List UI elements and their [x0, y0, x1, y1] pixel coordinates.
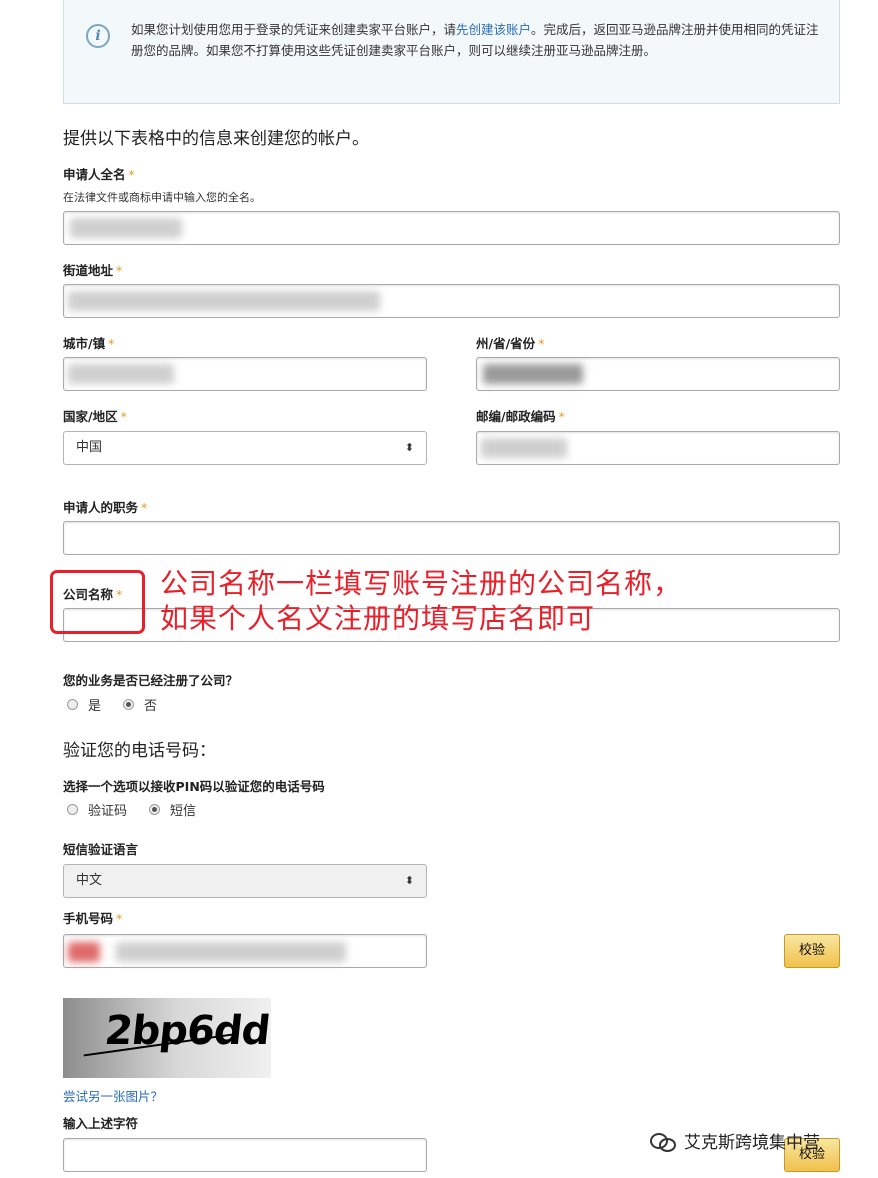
sms-language-label: 短信验证语言	[63, 842, 139, 857]
country-label-text: 国家/地区	[63, 409, 118, 424]
captcha-refresh-link[interactable]: 尝试另一张图片？	[63, 1086, 163, 1105]
required-mark: *	[141, 500, 148, 515]
zip-label-text: 邮编/邮政编码	[476, 409, 556, 424]
captcha-input-label: 输入上述字符	[63, 1116, 139, 1131]
country-select-value: 中国	[76, 440, 103, 455]
required-mark: *	[538, 336, 545, 351]
country-select[interactable]: 中国 ⬍	[63, 431, 427, 465]
redacted-value	[481, 438, 567, 458]
info-notice: i 如果您计划使用您用于登录的凭证来创建卖家平台账户，请先创建该账户。完成后，返…	[63, 0, 840, 104]
mobile-label: 手机号码 *	[63, 908, 122, 927]
redacted-value	[70, 218, 182, 238]
annotation-line-1: 公司名称一栏填写账号注册的公司名称，	[160, 567, 683, 600]
city-label-text: 城市/镇	[63, 336, 106, 351]
zip-label: 邮编/邮政编码 *	[476, 406, 565, 425]
country-label: 国家/地区 *	[63, 406, 127, 425]
annotation-line-2: 如果个人名义注册的填写店名即可	[160, 602, 596, 635]
watermark-text: 艾克斯跨境集中营	[684, 1133, 820, 1153]
annotation-callout: 公司名称一栏填写账号注册的公司名称， 如果个人名义注册的填写店名即可	[160, 566, 682, 636]
radio-verification-code[interactable]	[67, 804, 78, 815]
required-mark: *	[116, 911, 123, 926]
street-label-text: 街道地址	[63, 263, 114, 278]
radio-no-label: 否	[144, 699, 158, 714]
annotation-highlight-box	[50, 570, 145, 634]
mobile-input[interactable]	[63, 934, 427, 968]
redacted-value	[483, 364, 583, 384]
select-arrows-icon: ⬍	[404, 874, 414, 887]
radio-verification-code-label: 验证码	[88, 804, 128, 819]
create-account-link[interactable]: 先创建该账户	[456, 22, 531, 37]
redacted-flag	[68, 942, 100, 962]
pin-method-options: 验证码 短信	[67, 800, 196, 819]
redacted-value	[68, 364, 174, 384]
state-label-text: 州/省/省份	[476, 336, 536, 351]
captcha-image: 2bp6dd	[63, 998, 272, 1078]
required-mark: *	[558, 409, 565, 424]
captcha-text: 2bp6dd	[102, 1008, 272, 1054]
title-input[interactable]	[63, 521, 840, 555]
required-mark: *	[128, 167, 135, 182]
radio-yes[interactable]	[67, 699, 78, 710]
info-icon: i	[86, 24, 110, 48]
title-label-text: 申请人的职务	[63, 500, 139, 515]
required-mark: *	[120, 409, 127, 424]
applicant-name-input[interactable]	[63, 211, 840, 245]
wechat-icon	[650, 1131, 676, 1152]
applicant-name-label-text: 申请人全名	[63, 167, 126, 182]
applicant-name-label: 申请人全名 *	[63, 164, 135, 183]
registered-question: 您的业务是否已经注册了公司？	[63, 673, 239, 688]
mobile-label-text: 手机号码	[63, 911, 114, 926]
captcha-input[interactable]	[63, 1138, 427, 1172]
street-label: 街道地址 *	[63, 260, 122, 279]
sms-language-value: 中文	[76, 873, 103, 888]
city-label: 城市/镇 *	[63, 333, 114, 352]
registration-page: i 如果您计划使用您用于登录的凭证来创建卖家平台账户，请先创建该账户。完成后，返…	[0, 0, 878, 1178]
radio-no[interactable]	[123, 699, 135, 710]
radio-sms[interactable]	[149, 804, 161, 815]
pin-method-label: 选择一个选项以接收PIN码以验证您的电话号码	[63, 779, 325, 794]
sms-language-select[interactable]: 中文 ⬍	[63, 864, 427, 898]
radio-sms-label: 短信	[170, 804, 197, 819]
redacted-value	[116, 942, 346, 962]
title-label: 申请人的职务 *	[63, 497, 147, 516]
phone-verify-button[interactable]: 校验	[784, 934, 840, 968]
info-text: 如果您计划使用您用于登录的凭证来创建卖家平台账户，请先创建该账户。完成后，返回亚…	[131, 19, 819, 61]
required-mark: *	[116, 263, 123, 278]
phone-section-title: 验证您的电话号码：	[63, 741, 216, 761]
applicant-name-hint: 在法律文件或商标申请中输入您的全名。	[63, 191, 261, 204]
required-mark: *	[108, 336, 115, 351]
zip-input[interactable]	[476, 431, 840, 465]
form-section-title: 提供以下表格中的信息来创建您的帐户。	[63, 129, 369, 149]
state-input[interactable]	[476, 357, 840, 391]
street-input[interactable]	[63, 284, 840, 318]
radio-yes-label: 是	[88, 699, 102, 714]
watermark: 艾克斯跨境集中营	[650, 1128, 820, 1153]
state-label: 州/省/省份 *	[476, 333, 544, 352]
city-input[interactable]	[63, 357, 427, 391]
info-text-before: 如果您计划使用您用于登录的凭证来创建卖家平台账户，请	[131, 22, 457, 37]
select-arrows-icon: ⬍	[404, 441, 414, 454]
registered-options: 是 否	[67, 695, 157, 714]
redacted-value	[68, 291, 380, 311]
